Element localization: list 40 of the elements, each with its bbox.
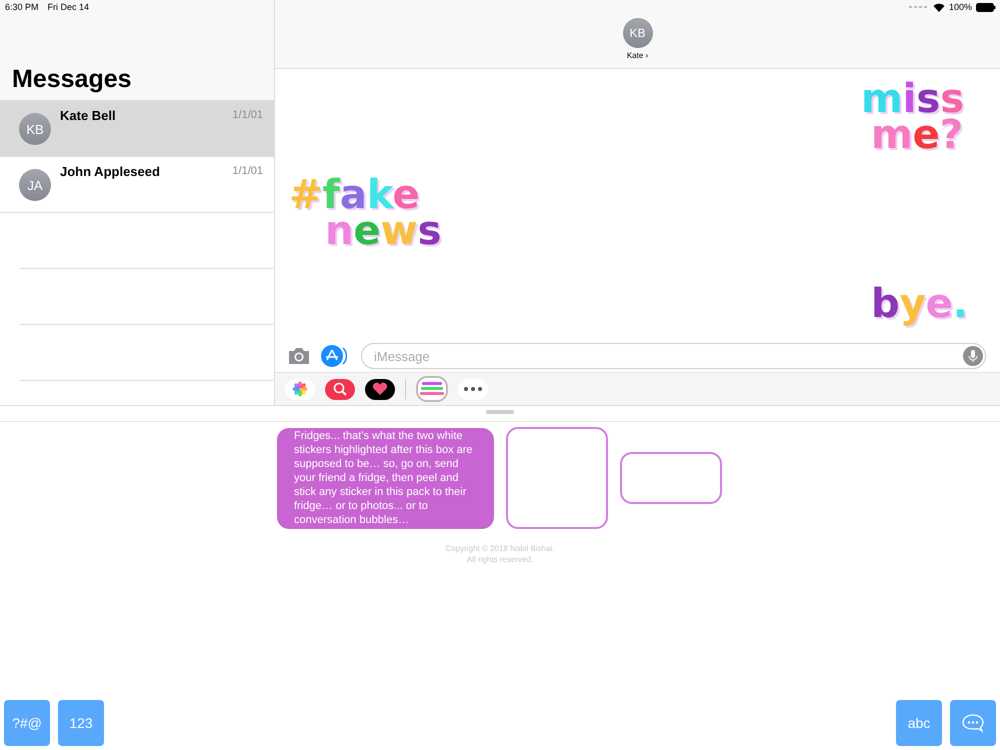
contact-name: John Appleseed — [60, 164, 161, 179]
photos-icon[interactable] — [285, 378, 315, 400]
wifi-icon — [932, 2, 945, 12]
fridge-sticker[interactable] — [620, 452, 722, 504]
signal-icon — [908, 5, 929, 9]
sticker-text: miss — [860, 81, 964, 117]
info-bubble: Fridges... that’s what the two white stickers highlighted after this box are supposed to be… so, go on, send your friend a fridge, then peel and stick any sticker in this pack to their fridge… or to photos... or to conversation bubbles… — [277, 428, 494, 528]
avatar: JA — [19, 169, 51, 201]
avatar: KB — [19, 113, 51, 145]
conversation-item[interactable]: KB Kate Bell 1/1/01 — [0, 101, 274, 157]
conversation-item[interactable]: JA John Appleseed 1/1/01 — [0, 157, 274, 213]
microphone-icon[interactable] — [963, 346, 983, 366]
conversation-date: 1/1/01 — [232, 109, 263, 121]
status-time: 6:30 PM — [5, 2, 39, 12]
contact-name-link[interactable]: Kate › — [626, 51, 648, 60]
app-store-icon[interactable] — [321, 345, 347, 367]
battery-percent: 100% — [948, 2, 972, 12]
keyboard-key[interactable]: ?#@ — [4, 700, 50, 746]
speech-bubble-icon — [961, 713, 985, 733]
contact-avatar[interactable]: KB — [622, 18, 652, 48]
conversation-date: 1/1/01 — [232, 165, 263, 177]
keyboard-key[interactable]: abc — [896, 700, 942, 746]
camera-icon[interactable] — [287, 347, 311, 365]
search-icon[interactable] — [325, 378, 355, 400]
message-bubble-button[interactable] — [950, 700, 996, 746]
contact-name: Kate Bell — [60, 108, 117, 123]
fridge-magnets-app-icon[interactable] — [416, 376, 448, 402]
keyboard-key[interactable]: 123 — [58, 700, 104, 746]
sticker-text: news — [324, 213, 442, 249]
message-input[interactable]: iMessage — [361, 343, 986, 369]
sticker-text: me? — [870, 117, 964, 153]
sidebar-title: Messages — [11, 65, 133, 95]
sticker-text: #fake — [289, 177, 421, 213]
more-icon[interactable] — [458, 378, 488, 400]
status-date: Fri Dec 14 — [48, 2, 90, 12]
fridge-sticker[interactable] — [506, 427, 608, 529]
message-text-input[interactable]: iMessage — [372, 348, 963, 364]
heart-icon[interactable] — [365, 378, 395, 400]
drawer-handle[interactable] — [486, 410, 514, 414]
battery-icon — [976, 2, 996, 12]
